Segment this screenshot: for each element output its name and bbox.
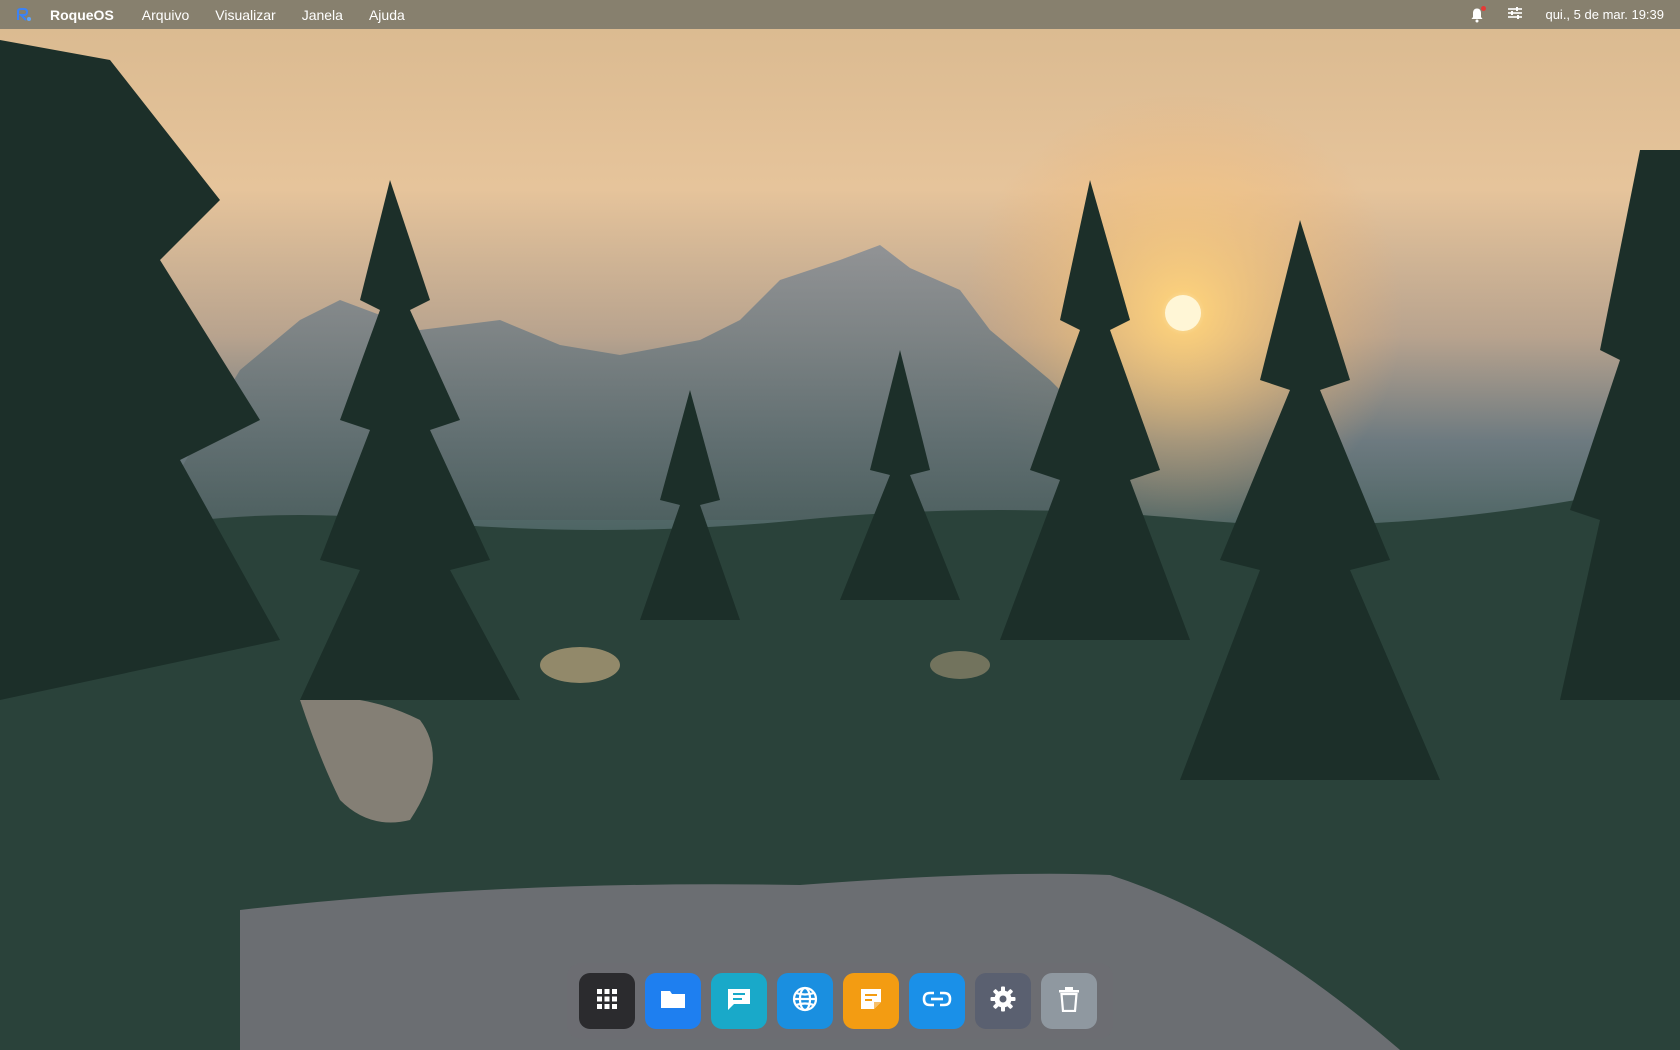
folder-icon	[659, 987, 687, 1016]
dock-item-links[interactable]	[909, 973, 965, 1029]
dock-item-trash[interactable]	[1041, 973, 1097, 1029]
menu-bar: RoqueOS Arquivo Visualizar Janela Ajuda …	[0, 0, 1680, 29]
dock-item-browser[interactable]	[777, 973, 833, 1029]
dock-item-messages[interactable]	[711, 973, 767, 1029]
globe-icon	[791, 985, 819, 1018]
desktop: RoqueOS Arquivo Visualizar Janela Ajuda …	[0, 0, 1680, 1050]
status-area: qui., 5 de mar. 19:39	[1469, 0, 1664, 29]
trash-icon	[1058, 986, 1080, 1017]
clock[interactable]: qui., 5 de mar. 19:39	[1545, 7, 1664, 22]
dock-item-files[interactable]	[645, 973, 701, 1029]
menu-ajuda[interactable]: Ajuda	[369, 7, 405, 23]
sliders-icon[interactable]	[1507, 6, 1523, 23]
dock	[567, 963, 1113, 1039]
dock-item-apps-grid[interactable]	[579, 973, 635, 1029]
grid-icon	[595, 987, 619, 1016]
wallpaper	[0, 0, 1680, 1050]
menu-visualizar[interactable]: Visualizar	[215, 7, 275, 23]
app-name[interactable]: RoqueOS	[50, 7, 114, 23]
roqueos-logo-icon[interactable]	[16, 7, 32, 23]
dock-item-settings[interactable]	[975, 973, 1031, 1029]
gear-icon	[989, 985, 1017, 1018]
link-icon	[922, 990, 952, 1013]
dock-item-notes[interactable]	[843, 973, 899, 1029]
notification-dot	[1481, 5, 1487, 11]
chat-icon	[725, 986, 753, 1017]
bell-icon[interactable]	[1469, 5, 1487, 23]
menu-arquivo[interactable]: Arquivo	[142, 7, 189, 23]
menu-janela[interactable]: Janela	[302, 7, 343, 23]
note-icon	[858, 986, 884, 1017]
